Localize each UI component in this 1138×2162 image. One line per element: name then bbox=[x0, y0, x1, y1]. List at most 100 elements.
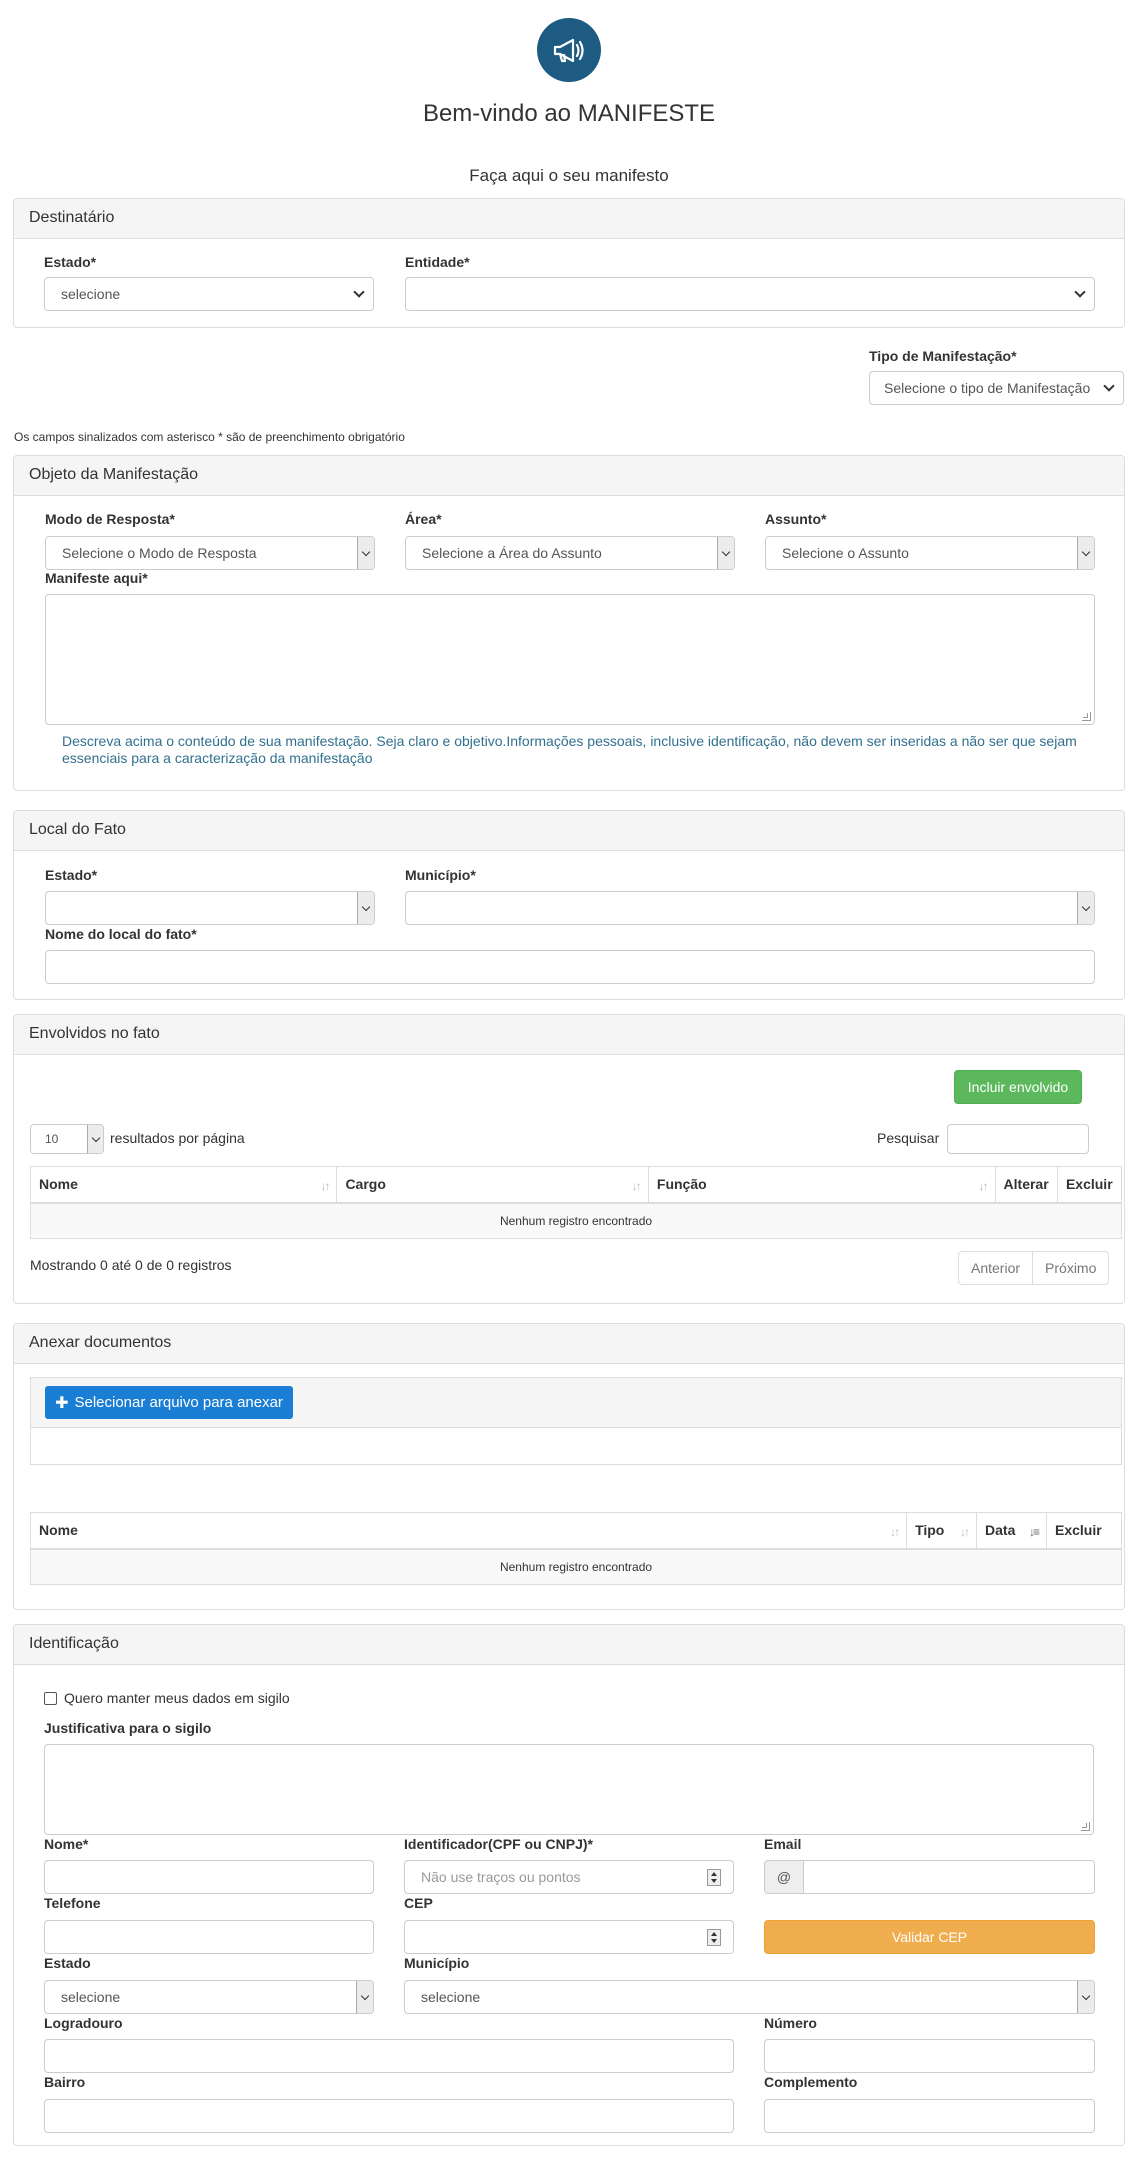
manifeste-label: Manifeste aqui* bbox=[45, 570, 148, 586]
anexar-title: Anexar documentos bbox=[14, 1324, 1124, 1364]
destinatario-title: Destinatário bbox=[14, 199, 1124, 239]
page-size-label: resultados por página bbox=[110, 1130, 245, 1146]
manifeste-help-text: Descreva acima o conteúdo de sua manifes… bbox=[62, 733, 1077, 766]
identificador-label: Identificador(CPF ou CNPJ)* bbox=[404, 1836, 594, 1852]
tipo-manifestacao-label: Tipo de Manifestação* bbox=[869, 348, 1017, 364]
empty-row-text: Nenhum registro encontrado bbox=[30, 1548, 1122, 1585]
megaphone-logo bbox=[537, 18, 601, 82]
local-municipio-label: Município* bbox=[405, 867, 476, 883]
local-title: Local do Fato bbox=[14, 811, 1124, 851]
area-select[interactable]: Selecione a Área do Assunto bbox=[405, 536, 735, 570]
col-nome[interactable]: Nome ↓↑ bbox=[29, 1512, 908, 1550]
plus-icon: ✚ bbox=[55, 1394, 69, 1412]
col-alterar: Alterar bbox=[994, 1166, 1058, 1204]
local-estado-label: Estado* bbox=[45, 867, 98, 883]
page-title: Bem-vindo ao MANIFESTE bbox=[422, 100, 716, 127]
email-label: Email bbox=[764, 1836, 802, 1852]
modo-resposta-select[interactable]: Selecione o Modo de Resposta bbox=[45, 536, 375, 570]
next-page-button[interactable]: Próximo bbox=[1032, 1252, 1108, 1284]
select-file-button[interactable]: ✚ Selecionar arquivo para anexar bbox=[45, 1386, 293, 1419]
col-funcao[interactable]: Função ↓↑ bbox=[647, 1166, 996, 1204]
table-row: Nenhum registro encontrado bbox=[30, 1202, 1122, 1239]
bairro-input[interactable] bbox=[44, 2099, 734, 2133]
area-label: Área* bbox=[405, 511, 442, 527]
anexos-table: Nome ↓↑ Tipo ↓↑ Data ↓≡ Excluir Nenhum regi… bbox=[29, 1512, 1122, 1585]
justificativa-textarea[interactable] bbox=[44, 1744, 1094, 1835]
destinatario-estado-select[interactable]: selecione bbox=[44, 277, 374, 311]
local-municipio-select[interactable] bbox=[405, 891, 1095, 925]
pagination: Anterior Próximo bbox=[958, 1251, 1110, 1285]
nome-local-input[interactable] bbox=[45, 950, 1095, 984]
chevron-down-icon bbox=[357, 892, 374, 924]
chevron-down-icon bbox=[353, 286, 365, 298]
nome-input[interactable] bbox=[44, 1860, 374, 1894]
search-input[interactable] bbox=[947, 1124, 1089, 1154]
logradouro-input[interactable] bbox=[44, 2039, 734, 2073]
col-cargo[interactable]: Cargo ↓↑ bbox=[336, 1166, 649, 1204]
cep-label: CEP bbox=[404, 1895, 433, 1911]
local-panel: Local do Fato Estado* Município* Nome do… bbox=[13, 810, 1125, 1000]
numero-input[interactable] bbox=[764, 2039, 1095, 2073]
assunto-label: Assunto* bbox=[765, 511, 827, 527]
complemento-label: Complemento bbox=[764, 2074, 858, 2090]
at-icon: @ bbox=[764, 1860, 804, 1894]
ident-municipio-label: Município bbox=[404, 1955, 470, 1971]
table-info: Mostrando 0 até 0 de 0 registros bbox=[30, 1257, 232, 1273]
resize-handle-icon[interactable] bbox=[1081, 1822, 1090, 1831]
identificador-input[interactable]: Não use traços ou pontos bbox=[404, 1860, 734, 1894]
empty-row-text: Nenhum registro encontrado bbox=[30, 1202, 1122, 1239]
spinner-icon[interactable] bbox=[707, 1929, 721, 1946]
telefone-input[interactable] bbox=[44, 1920, 374, 1954]
incluir-envolvido-button[interactable]: Incluir envolvido bbox=[954, 1070, 1082, 1104]
sort-icon: ↓↑ bbox=[631, 1179, 642, 1193]
logradouro-label: Logradouro bbox=[44, 2015, 123, 2031]
local-estado-select[interactable] bbox=[45, 891, 375, 925]
validar-cep-button[interactable]: Validar CEP bbox=[764, 1920, 1095, 1954]
resize-handle-icon[interactable] bbox=[1082, 712, 1091, 721]
ident-estado-value: selecione bbox=[61, 1989, 121, 2005]
destinatario-estado-label: Estado* bbox=[44, 254, 97, 270]
numero-label: Número bbox=[764, 2015, 817, 2031]
telefone-label: Telefone bbox=[44, 1895, 101, 1911]
ident-estado-select[interactable]: selecione bbox=[44, 1980, 374, 2014]
chevron-down-icon bbox=[87, 1125, 103, 1153]
ident-municipio-value: selecione bbox=[421, 1989, 481, 2005]
complemento-input[interactable] bbox=[764, 2099, 1095, 2133]
objeto-title: Objeto da Manifestação bbox=[14, 456, 1124, 496]
tipo-manifestacao-select[interactable]: Selecione o tipo de Manifestação bbox=[869, 371, 1124, 405]
identificacao-title: Identificação bbox=[14, 1625, 1124, 1665]
manifeste-textarea[interactable] bbox=[45, 594, 1095, 725]
modo-resposta-value: Selecione o Modo de Resposta bbox=[62, 545, 257, 561]
page-size-select[interactable]: 10 bbox=[30, 1124, 104, 1154]
chevron-down-icon bbox=[1077, 892, 1094, 924]
spinner-icon[interactable] bbox=[707, 1869, 721, 1886]
col-tipo[interactable]: Tipo ↓↑ bbox=[906, 1512, 978, 1550]
search-label: Pesquisar bbox=[877, 1130, 940, 1146]
assunto-select[interactable]: Selecione o Assunto bbox=[765, 536, 1095, 570]
ident-municipio-select[interactable]: selecione bbox=[404, 1980, 1095, 2014]
required-fields-note: Os campos sinalizados com asterisco * sã… bbox=[14, 430, 405, 444]
col-excluir: Excluir bbox=[1056, 1166, 1123, 1204]
cep-input[interactable] bbox=[404, 1920, 734, 1954]
chevron-down-icon bbox=[1077, 537, 1094, 569]
chevron-down-icon bbox=[1103, 380, 1115, 392]
col-excluir: Excluir bbox=[1046, 1512, 1122, 1550]
sigilo-checkbox[interactable] bbox=[44, 1692, 57, 1705]
sigilo-label: Quero manter meus dados em sigilo bbox=[64, 1690, 290, 1706]
email-input[interactable] bbox=[803, 1860, 1095, 1894]
sort-desc-icon: ↓≡ bbox=[1028, 1525, 1040, 1539]
sort-icon: ↓↑ bbox=[890, 1525, 900, 1539]
nome-local-label: Nome do local do fato* bbox=[45, 926, 197, 942]
col-data[interactable]: Data ↓≡ bbox=[976, 1512, 1047, 1550]
select-file-label: Selecionar arquivo para anexar bbox=[74, 1394, 283, 1411]
destinatario-entidade-select[interactable] bbox=[405, 277, 1095, 311]
sort-icon: ↓↑ bbox=[978, 1179, 989, 1193]
chevron-down-icon bbox=[1077, 1981, 1094, 2013]
destinatario-estado-value: selecione bbox=[61, 286, 121, 302]
ident-estado-label: Estado bbox=[44, 1955, 91, 1971]
col-nome[interactable]: Nome ↓↑ bbox=[29, 1166, 338, 1204]
justificativa-label: Justificativa para o sigilo bbox=[44, 1720, 212, 1736]
chevron-down-icon bbox=[1074, 286, 1086, 298]
megaphone-icon bbox=[553, 38, 584, 63]
prev-page-button[interactable]: Anterior bbox=[959, 1252, 1032, 1284]
